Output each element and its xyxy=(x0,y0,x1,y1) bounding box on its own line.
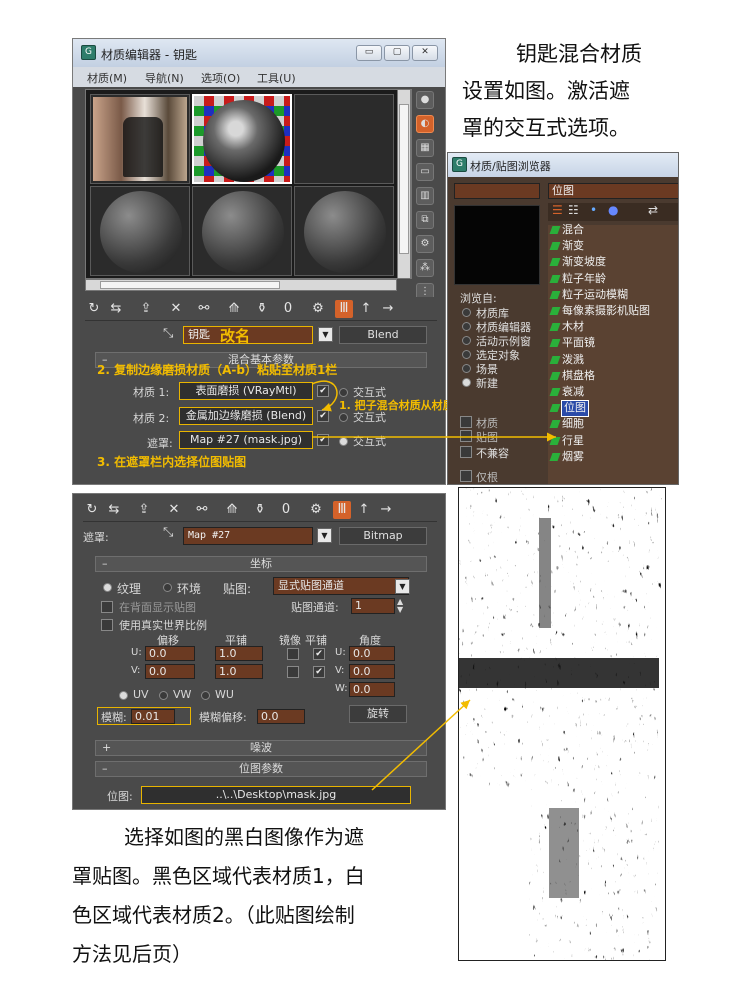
arrow-to-mask xyxy=(371,699,471,791)
arrow-swap xyxy=(311,380,338,412)
annotation-arrows xyxy=(311,380,556,791)
